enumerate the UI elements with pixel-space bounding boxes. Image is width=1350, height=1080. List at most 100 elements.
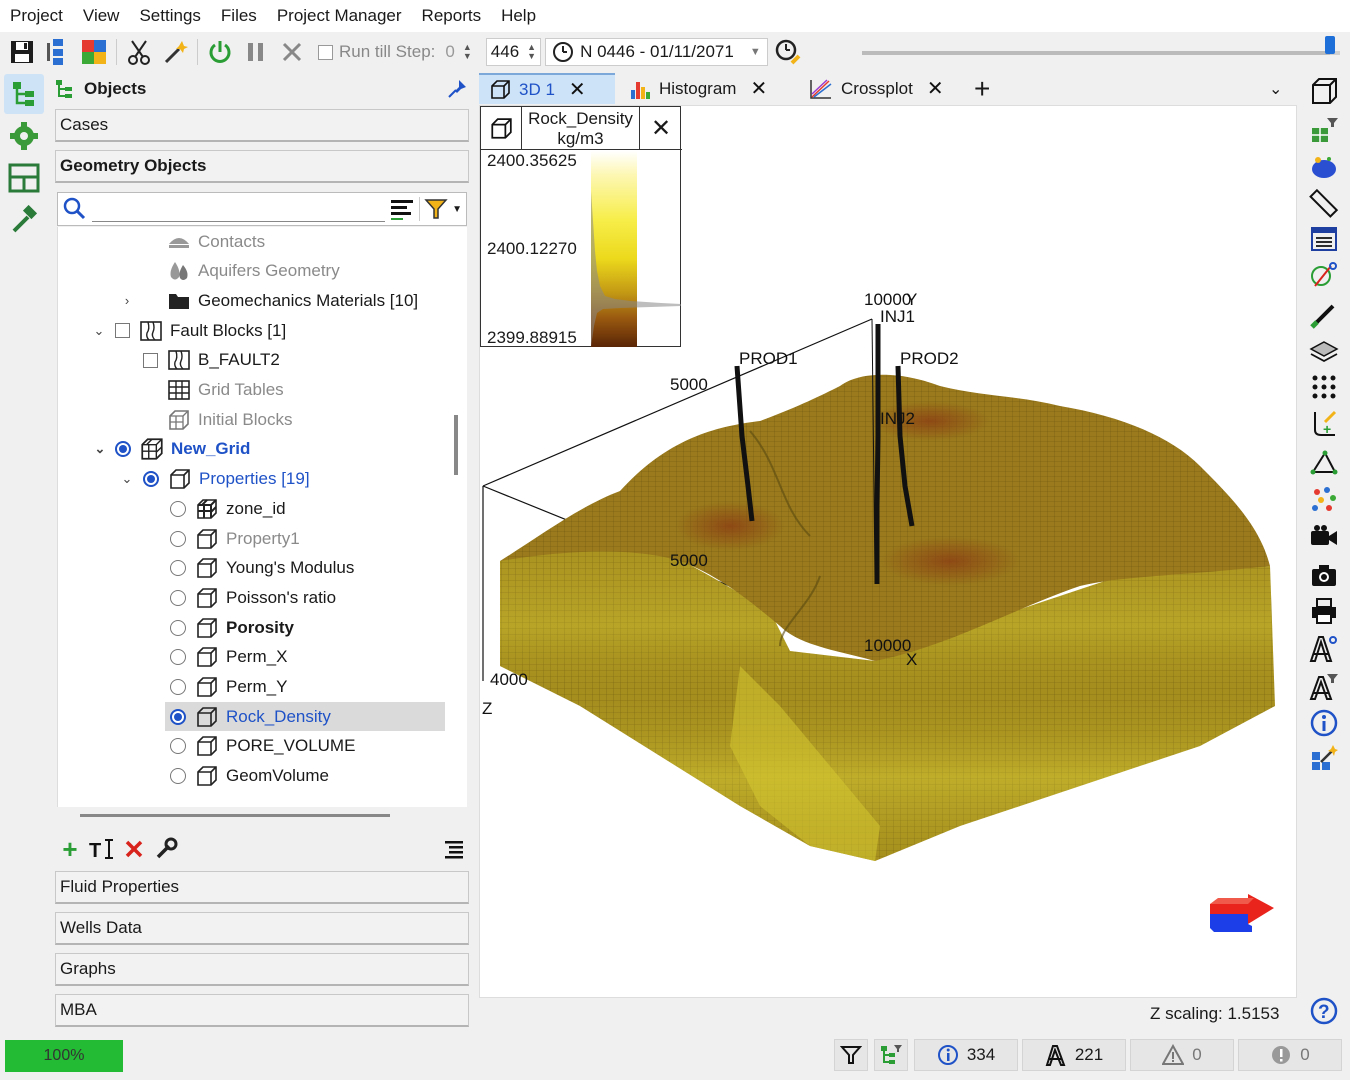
orientation-arrow[interactable] bbox=[1208, 884, 1278, 941]
tree-item-poisson-s-ratio[interactable]: Poisson's ratio bbox=[170, 583, 342, 612]
video-button[interactable] bbox=[1306, 520, 1342, 554]
visibility-radio[interactable] bbox=[170, 649, 186, 666]
status-well-count[interactable]: 221 bbox=[1022, 1039, 1126, 1071]
layer-button[interactable] bbox=[1306, 334, 1342, 368]
date-select[interactable]: N 0446 - 01/11/2071 ▼ bbox=[545, 38, 768, 66]
section-geometry-objects[interactable]: Geometry Objects bbox=[55, 150, 469, 183]
section-graphs[interactable]: Graphs bbox=[55, 953, 469, 986]
stop-button[interactable] bbox=[276, 36, 308, 68]
collapse-arrow-icon[interactable]: ⌄ bbox=[120, 471, 134, 487]
timeline-handle[interactable] bbox=[1325, 36, 1336, 54]
pause-button[interactable] bbox=[240, 36, 272, 68]
timeline-slider[interactable] bbox=[862, 36, 1340, 56]
close-legend-icon[interactable]: ✕ bbox=[641, 107, 681, 150]
list-options-button[interactable] bbox=[441, 836, 467, 862]
status-error-count[interactable]: 0 bbox=[1238, 1039, 1342, 1071]
visibility-radio[interactable] bbox=[170, 560, 186, 577]
tab-3d-1[interactable]: 3D 1 ✕ bbox=[479, 73, 615, 104]
objects-tree-button[interactable] bbox=[4, 74, 44, 114]
sort-lines-icon[interactable] bbox=[389, 197, 415, 221]
save-button[interactable] bbox=[6, 36, 38, 68]
tree-item-fault-blocks-1[interactable]: ⌄ Fault Blocks [1] bbox=[94, 316, 292, 345]
visibility-radio[interactable] bbox=[170, 768, 186, 785]
tree-item-new-grid[interactable]: ⌄ New_Grid bbox=[95, 435, 256, 464]
menu-item-reports[interactable]: Reports bbox=[412, 0, 492, 32]
tree-item-rock-density[interactable]: Rock_Density bbox=[165, 702, 445, 732]
visibility-checkbox[interactable] bbox=[143, 352, 158, 368]
search-input[interactable] bbox=[92, 196, 386, 222]
tree-vertical-scrollbar[interactable] bbox=[454, 415, 458, 475]
section-mba[interactable]: MBA bbox=[55, 994, 469, 1027]
tools-button[interactable] bbox=[4, 200, 44, 240]
menu-item-project[interactable]: Project bbox=[0, 0, 73, 32]
rename-button[interactable]: T bbox=[89, 836, 115, 862]
tree-item-zone-id[interactable]: zone_id bbox=[170, 494, 292, 523]
visibility-radio[interactable] bbox=[170, 500, 186, 517]
draw-button[interactable] bbox=[1306, 298, 1342, 332]
points-button[interactable] bbox=[1306, 370, 1342, 404]
filter-icon[interactable] bbox=[424, 197, 448, 221]
tab-histogram[interactable]: Histogram ✕ bbox=[619, 73, 777, 104]
visibility-checkbox[interactable] bbox=[115, 323, 130, 339]
tree-item-grid-tables[interactable]: Grid Tables bbox=[166, 376, 290, 405]
hierarchy-button[interactable] bbox=[42, 36, 74, 68]
visibility-radio[interactable] bbox=[170, 619, 186, 636]
visibility-radio[interactable] bbox=[170, 679, 186, 695]
menu-item-view[interactable]: View bbox=[73, 0, 130, 32]
section-fluid-properties[interactable]: Fluid Properties bbox=[55, 871, 469, 904]
status-warning-count[interactable]: 0 bbox=[1130, 1039, 1234, 1071]
menu-item-settings[interactable]: Settings bbox=[129, 0, 210, 32]
menu-item-help[interactable]: Help bbox=[491, 0, 546, 32]
well-inj1[interactable] bbox=[874, 324, 881, 584]
polygon-button[interactable] bbox=[1306, 446, 1342, 480]
collapse-arrow-icon[interactable]: ⌄ bbox=[93, 441, 107, 457]
tree-item-young-s-modulus[interactable]: Young's Modulus bbox=[170, 554, 360, 583]
tree-item-properties-19[interactable]: ⌄ Properties [19] bbox=[122, 465, 316, 494]
tree-item-aquifers-geometry[interactable]: Aquifers Geometry bbox=[166, 257, 346, 286]
region-button[interactable] bbox=[1306, 150, 1342, 184]
tree-item-perm-x[interactable]: Perm_X bbox=[170, 643, 293, 672]
visibility-radio[interactable] bbox=[115, 441, 131, 458]
well-button[interactable] bbox=[1306, 632, 1342, 666]
settings-button[interactable] bbox=[4, 116, 44, 156]
run-till-checkbox[interactable] bbox=[318, 44, 333, 60]
filter-dropdown-icon[interactable]: ▼ bbox=[452, 204, 462, 215]
delete-button[interactable] bbox=[121, 836, 147, 862]
tree-item-perm-y[interactable]: Perm_Y bbox=[170, 673, 293, 702]
menu-item-project-manager[interactable]: Project Manager bbox=[267, 0, 412, 32]
expand-arrow-icon[interactable]: › bbox=[120, 293, 134, 308]
tree-item-geomechanics-materials-10[interactable]: › Geomechanics Materials [10] bbox=[125, 286, 424, 315]
menu-item-files[interactable]: Files bbox=[211, 0, 267, 32]
tree-item-porosity[interactable]: Porosity bbox=[170, 613, 300, 642]
status-tree-button[interactable] bbox=[874, 1039, 908, 1071]
wrench-button[interactable] bbox=[153, 836, 179, 862]
table-view-button[interactable] bbox=[1306, 222, 1342, 256]
well-filter-button[interactable] bbox=[1306, 670, 1342, 704]
collapse-arrow-icon[interactable]: ⌄ bbox=[92, 323, 106, 339]
visibility-radio[interactable] bbox=[170, 708, 186, 725]
time-edit-button[interactable] bbox=[772, 36, 804, 68]
tree-item-b-fault2[interactable]: B_FAULT2 bbox=[143, 346, 286, 375]
layout-button[interactable] bbox=[4, 158, 44, 198]
section-cases[interactable]: Cases bbox=[55, 109, 469, 142]
tree-item-initial-blocks[interactable]: Initial Blocks bbox=[166, 405, 298, 434]
tree-item-contacts[interactable]: Contacts bbox=[166, 227, 271, 256]
print-button[interactable] bbox=[1306, 594, 1342, 628]
view-box-button[interactable] bbox=[1306, 74, 1342, 108]
add-tab-button[interactable]: + bbox=[964, 73, 1000, 104]
run-till-stepper[interactable]: 0 ▲ ▼ bbox=[441, 38, 475, 66]
visibility-radio[interactable] bbox=[170, 738, 186, 755]
color-legend[interactable]: Rock_Density kg/m3 ✕ 2400.35625 2400.122… bbox=[480, 106, 682, 347]
step-stepper[interactable]: 446 ▲ ▼ bbox=[485, 38, 542, 66]
section-wells-data[interactable]: Wells Data bbox=[55, 912, 469, 945]
scatter-button[interactable] bbox=[1306, 482, 1342, 516]
tree-horizontal-scrollbar[interactable] bbox=[80, 814, 390, 817]
visibility-radio[interactable] bbox=[170, 589, 186, 606]
add-button[interactable]: + bbox=[57, 834, 83, 864]
pin-icon[interactable] bbox=[446, 78, 468, 100]
magic-button[interactable] bbox=[1306, 742, 1342, 776]
info-button[interactable] bbox=[1306, 706, 1342, 740]
cut-button[interactable] bbox=[123, 36, 155, 68]
status-info-count[interactable]: 334 bbox=[914, 1039, 1018, 1071]
add-point-button[interactable]: + bbox=[1306, 406, 1342, 440]
